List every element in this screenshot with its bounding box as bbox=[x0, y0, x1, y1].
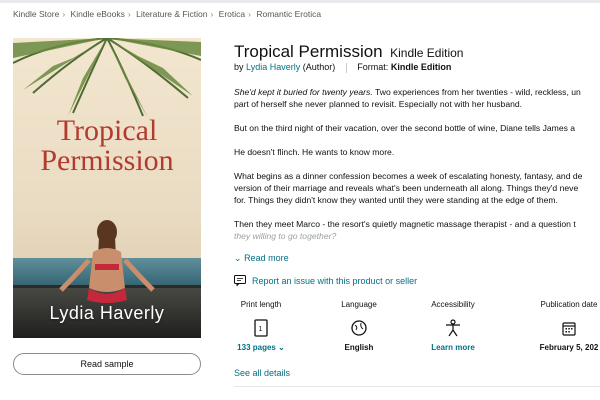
detail-value[interactable]: 133 pages ⌄ bbox=[216, 343, 306, 352]
format-value: Kindle Edition bbox=[390, 62, 452, 72]
read-more-link[interactable]: ⌄ Read more bbox=[234, 253, 289, 264]
product-title: Tropical Permission bbox=[234, 42, 383, 61]
read-sample-button[interactable]: Read sample bbox=[13, 353, 201, 375]
product-edition: Kindle Edition bbox=[390, 46, 464, 60]
description-line: version of their marriage and reveals wh… bbox=[234, 183, 579, 193]
globe-icon bbox=[351, 320, 367, 336]
calendar-icon bbox=[562, 321, 576, 336]
book-description: She'd kept it buried for twenty years. T… bbox=[234, 86, 600, 242]
breadcrumb-erotica[interactable]: Erotica bbox=[219, 9, 245, 19]
chevron-down-icon: ⌄ bbox=[278, 343, 285, 352]
report-issue-label: Report an issue with this product or sel… bbox=[252, 275, 418, 286]
read-more-label: Read more bbox=[244, 253, 289, 263]
accessibility-icon bbox=[446, 319, 460, 337]
cover-title-line1: Tropical bbox=[56, 114, 158, 147]
breadcrumb-kindle-ebooks[interactable]: Kindle eBooks bbox=[71, 9, 125, 19]
detail-print-length[interactable]: Print length 1 133 pages ⌄ bbox=[216, 300, 306, 352]
breadcrumb: Kindle Store › Kindle eBooks › Literature … bbox=[13, 9, 321, 19]
detail-header: Publication date bbox=[540, 300, 598, 309]
cover-artwork bbox=[13, 38, 201, 338]
detail-header: Language bbox=[341, 300, 377, 309]
format-label: Format: bbox=[357, 62, 389, 72]
breadcrumb-romantic-erotica[interactable]: Romantic Erotica bbox=[256, 9, 321, 19]
breadcrumb-separator: › bbox=[248, 9, 251, 19]
breadcrumb-separator: › bbox=[127, 9, 131, 19]
breadcrumb-separator: › bbox=[210, 9, 214, 19]
description-line: Then they meet Marco - the resort's quie… bbox=[234, 219, 576, 229]
byline-divider bbox=[345, 62, 347, 73]
report-issue-link[interactable]: Report an issue with this product or sel… bbox=[234, 275, 417, 286]
by-label: by bbox=[234, 62, 244, 72]
detail-value: English bbox=[344, 343, 374, 352]
cover-title-line2: Permission bbox=[40, 144, 174, 177]
breadcrumb-kindle-store[interactable]: Kindle Store bbox=[13, 9, 59, 19]
author-role: (Author) bbox=[302, 62, 336, 72]
description-text: Two experiences from her twenties - wild… bbox=[372, 87, 581, 97]
byline: by Lydia Haverly (Author) Format: Kindle… bbox=[234, 62, 451, 73]
detail-value: February 5, 202 bbox=[539, 343, 599, 352]
description-line: for. Things they didn't know they wanted… bbox=[234, 195, 558, 205]
description-italic: She'd kept it buried for twenty years. bbox=[234, 87, 373, 97]
detail-header: Print length bbox=[240, 300, 282, 309]
description-line: part of herself she never planned to rev… bbox=[234, 99, 523, 109]
description-line: What begins as a dinner confession becom… bbox=[234, 171, 583, 181]
author-link[interactable]: Lydia Haverly bbox=[246, 62, 300, 72]
description-line: He doesn't flinch. He wants to know more… bbox=[234, 147, 395, 157]
cover-title: Tropical Permission bbox=[13, 116, 201, 176]
report-flag-icon bbox=[234, 275, 246, 286]
description-line-faded: they willing to go together? bbox=[234, 231, 337, 241]
see-all-details-link[interactable]: See all details bbox=[234, 368, 290, 378]
product-details-carousel: Print length 1 133 pages ⌄ Language Engl… bbox=[234, 300, 600, 362]
section-divider bbox=[234, 386, 600, 387]
book-pages-icon: 1 bbox=[254, 319, 268, 337]
description-line: But on the third night of their vacation… bbox=[234, 123, 576, 133]
book-cover-image[interactable]: Tropical Permission Lydia Haverly bbox=[13, 38, 201, 338]
print-length-value: 133 pages bbox=[237, 343, 276, 352]
breadcrumb-literature-fiction[interactable]: Literature & Fiction bbox=[136, 9, 207, 19]
description-line: She'd kept it buried for twenty years. T… bbox=[234, 86, 600, 98]
detail-language: Language English bbox=[314, 300, 404, 352]
detail-publication-date: Publication date February 5, 202 bbox=[524, 300, 600, 352]
svg-text:1: 1 bbox=[259, 326, 263, 333]
accessibility-learn-more-link[interactable]: Learn more bbox=[408, 343, 498, 352]
detail-accessibility[interactable]: Accessibility Learn more bbox=[408, 300, 498, 352]
product-title-row: Tropical Permission Kindle Edition bbox=[234, 42, 463, 62]
breadcrumb-separator: › bbox=[62, 9, 66, 19]
cover-author: Lydia Haverly bbox=[49, 303, 165, 323]
chevron-down-icon: ⌄ bbox=[234, 253, 242, 263]
top-border bbox=[0, 0, 600, 3]
detail-header: Accessibility bbox=[431, 300, 475, 309]
